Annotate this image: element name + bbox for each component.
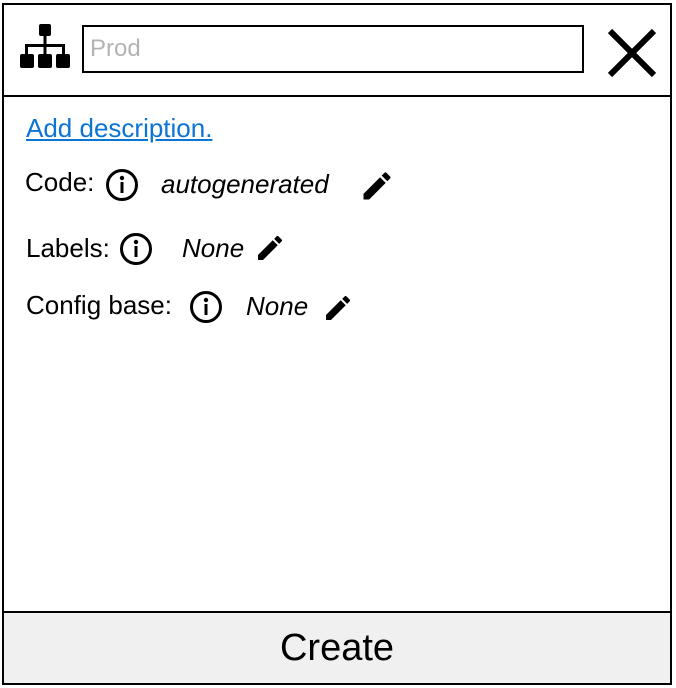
labels-value: None [182,233,245,263]
code-value: autogenerated [161,169,329,199]
close-icon[interactable] [604,25,660,81]
hierarchy-icon [20,24,70,68]
labels-label: Labels: [26,233,110,263]
create-button[interactable]: Create [4,611,670,683]
labels-info-icon[interactable] [119,232,153,266]
config-base-edit-icon[interactable] [322,292,354,324]
add-description-link[interactable]: Add description. [26,113,212,144]
config-base-info-icon[interactable] [189,290,223,324]
config-base-label: Config base: [26,290,172,320]
name-input[interactable] [82,25,584,73]
create-dialog: Add description. Code: autogenerated Lab… [2,3,672,685]
create-button-label: Create [279,626,395,669]
code-edit-icon[interactable] [359,168,395,204]
dialog-header [4,5,670,97]
config-base-value: None [246,291,309,321]
labels-edit-icon[interactable] [254,232,286,264]
code-info-icon[interactable] [105,168,139,202]
code-label: Code: [25,167,95,197]
